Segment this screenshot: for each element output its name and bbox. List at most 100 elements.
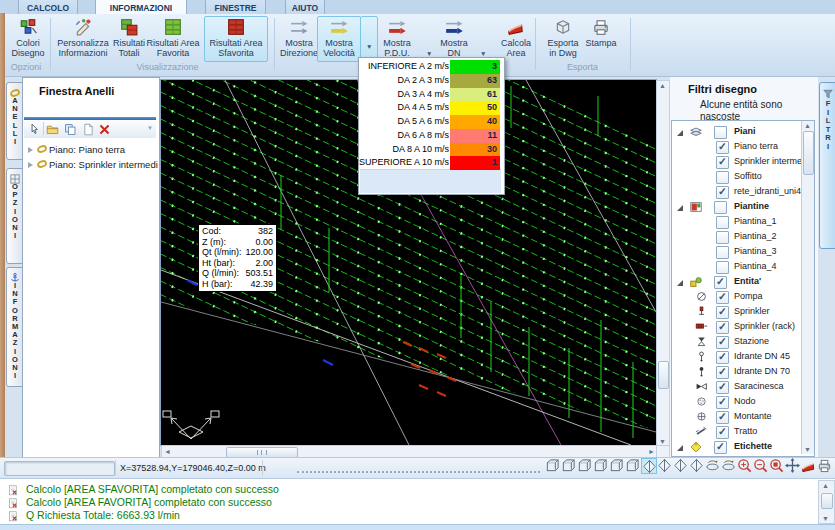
checkbox[interactable] [716, 261, 729, 274]
view-iso-2-icon[interactable] [657, 458, 673, 474]
checkbox[interactable]: ✓ [716, 291, 729, 304]
filtri-tree-row[interactable]: ✓Saracinesca [672, 380, 812, 395]
scroll-left-icon[interactable]: ◄ [164, 448, 171, 455]
scroll-down-icon[interactable]: ▼ [804, 446, 811, 453]
filtri-tree-row[interactable]: ✓Idrante DN 45 [672, 350, 812, 365]
filtri-tree-row[interactable]: ✓Entita' [672, 275, 812, 290]
legend-row[interactable]: DA 5 A 6 m/s40 [359, 115, 502, 129]
ribbon-button-velocit-[interactable]: MostraVelocità [317, 16, 361, 62]
filtri-tree-row[interactable]: Piani [672, 125, 812, 140]
filtri-tree-row[interactable]: Piantina_4 [672, 260, 812, 275]
checkbox[interactable]: ✓ [714, 441, 727, 454]
filtri-tree-row[interactable]: ✓Sprinkler intermedi [672, 155, 812, 170]
tree-expander-icon[interactable] [28, 159, 36, 170]
tab-finestre[interactable]: FINESTRE [205, 0, 266, 15]
orbit-2-icon[interactable] [721, 458, 737, 474]
view-cube-5-icon[interactable] [609, 458, 625, 474]
checkbox[interactable]: ✓ [716, 141, 729, 154]
anelli-tree-item[interactable]: Piano: Piano terra [28, 143, 125, 157]
legend-row[interactable]: DA 4 A 5 m/s50 [359, 101, 502, 115]
view-cube-3-icon[interactable] [577, 458, 593, 474]
view-cube-1-icon[interactable] [545, 458, 561, 474]
ribbon-button-favorita[interactable]: Risultati AreaFavorita [143, 16, 203, 62]
orbit-1-icon[interactable] [705, 458, 721, 474]
zoom-window-icon[interactable] [769, 458, 785, 474]
checkbox[interactable] [716, 246, 729, 259]
scroll-thumb[interactable] [803, 131, 814, 175]
log-scrollbar[interactable]: ▲▼ [818, 480, 835, 524]
checkbox[interactable]: ✓ [716, 366, 729, 379]
checkbox[interactable]: ✓ [716, 381, 729, 394]
dropdown-arrow-icon[interactable]: ▼ [426, 50, 432, 57]
filtri-tree-row[interactable]: ✓Etichette [672, 440, 812, 455]
newdoc-tool-icon[interactable] [82, 122, 96, 136]
legend-row[interactable]: DA 2 A 3 m/s63 [359, 74, 502, 88]
filtri-tree-row[interactable]: ✓Piano terra [672, 140, 812, 155]
dropdown-arrow-icon[interactable]: ▼ [366, 43, 372, 50]
tree-collapse-icon[interactable] [677, 280, 683, 286]
checkbox[interactable] [716, 171, 729, 184]
checkbox[interactable] [716, 231, 729, 244]
filtri-tree-row[interactable]: ✓Stazione [672, 335, 812, 350]
checkbox[interactable]: ✓ [716, 396, 729, 409]
filtri-tree-row[interactable]: ✓Pompa [672, 290, 812, 305]
filtri-tree-row[interactable]: ✓Idrante DN 70 [672, 365, 812, 380]
checkbox[interactable]: ✓ [716, 306, 729, 319]
view-cube-2-icon[interactable] [561, 458, 577, 474]
legend-row[interactable]: DA 3 A 4 m/s61 [359, 88, 502, 102]
filtri-tree-row[interactable]: Piantine [672, 200, 812, 215]
dropdown-arrow-icon[interactable]: ▼ [480, 50, 486, 57]
checkbox[interactable]: ✓ [716, 321, 729, 334]
scroll-up-icon[interactable]: ▲ [822, 482, 829, 489]
filtri-tree-row[interactable]: ✓Nodo [672, 395, 812, 410]
filtri-tree-row[interactable]: ✓rete_idranti_uni45 [672, 185, 812, 200]
calc-area-icon[interactable] [801, 458, 817, 474]
tree-collapse-icon[interactable] [677, 445, 683, 451]
filtri-tree-row[interactable]: Piantina_2 [672, 230, 812, 245]
filtri-tree-row[interactable]: Piantina_1 [672, 215, 812, 230]
view-iso-1-icon[interactable] [641, 458, 657, 474]
mostra-velocita-dropdown-cell[interactable]: ▼ [360, 16, 378, 62]
checkbox[interactable] [714, 126, 727, 139]
zoom-out-icon[interactable] [753, 458, 769, 474]
pan-icon[interactable] [785, 458, 801, 474]
scroll-thumb[interactable] [821, 493, 833, 509]
view-iso-4-icon[interactable] [689, 458, 705, 474]
checkbox[interactable]: ✓ [716, 156, 729, 169]
toolbar-overflow-icon[interactable]: ▼ [147, 125, 153, 131]
filtri-tree-row[interactable]: ✓Tratto [672, 425, 812, 440]
tree-collapse-icon[interactable] [677, 205, 683, 211]
zoom-extents-icon[interactable] [737, 458, 753, 474]
scroll-right-icon[interactable]: ► [648, 448, 655, 455]
checkbox[interactable]: ✓ [716, 351, 729, 364]
view-cube-6-icon[interactable] [625, 458, 641, 474]
tab-aiuto[interactable]: AIUTO [285, 0, 325, 15]
tree-collapse-icon[interactable] [677, 130, 683, 136]
scroll-down-icon[interactable]: ▼ [822, 515, 829, 522]
legend-row[interactable]: DA 6 A 8 m/s11 [359, 129, 502, 143]
scroll-up-icon[interactable]: ▲ [659, 82, 666, 89]
filtri-tree-row[interactable]: ✓Sprinkler [672, 305, 812, 320]
ribbon-button-disegno[interactable]: ColoriDisegno [3, 16, 53, 62]
anelli-tree-item[interactable]: Piano: Sprinkler intermedi [28, 158, 158, 172]
tab-calcolo[interactable]: CALCOLO [18, 0, 78, 15]
legend-row[interactable]: SUPERIORE A 10 m/s1 [359, 156, 502, 170]
checkbox[interactable]: ✓ [716, 426, 729, 439]
tab-informazioni[interactable]: INFORMAZIONI [95, 0, 187, 15]
viewport-vscrollbar[interactable]: ▲▼ [656, 80, 670, 447]
tab-filtri[interactable]: FILTRI [819, 82, 835, 249]
checkbox[interactable] [716, 216, 729, 229]
cursor-tool-icon[interactable] [28, 122, 42, 136]
copy-tool-icon[interactable] [64, 122, 78, 136]
checkbox[interactable]: ✓ [716, 411, 729, 424]
filtri-tree-row[interactable]: Soffitto [672, 170, 812, 185]
view-cube-4-icon[interactable] [593, 458, 609, 474]
ribbon-button-sfavorita[interactable]: Risultati AreaSfavorita [204, 16, 268, 62]
checkbox[interactable]: ✓ [716, 186, 729, 199]
filtri-tree-row[interactable]: ✓Montante [672, 410, 812, 425]
legend-row[interactable]: DA 8 A 10 m/s30 [359, 143, 502, 157]
folder-tool-icon[interactable] [46, 122, 60, 136]
tree-expander-icon[interactable] [28, 144, 36, 155]
scroll-down-icon[interactable]: ▼ [659, 438, 666, 445]
ribbon-button-dn[interactable]: MostraDN [431, 16, 477, 62]
